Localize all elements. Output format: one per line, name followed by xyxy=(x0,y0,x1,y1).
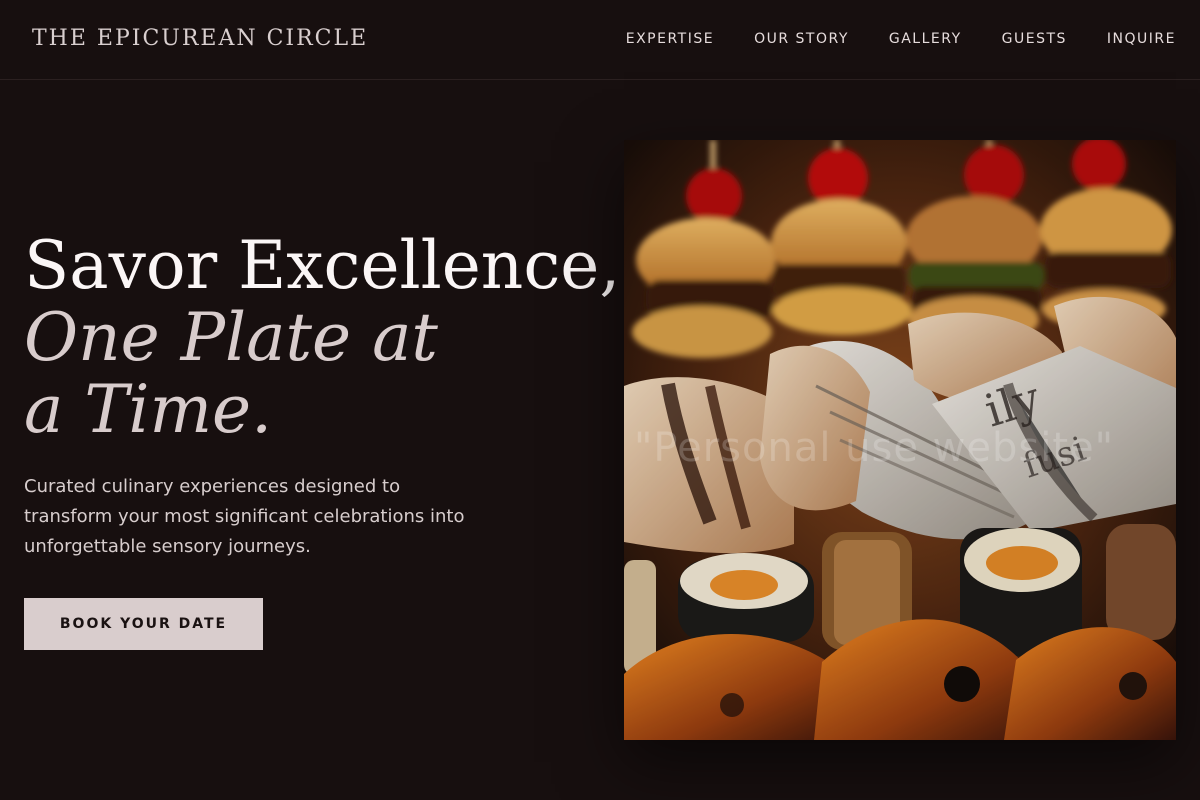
hero-food-image: ily fusi "Personal use website" xyxy=(624,140,1176,740)
hero-description: Curated culinary experiences designed to… xyxy=(24,476,465,557)
book-your-date-button[interactable]: BOOK YOUR DATE xyxy=(24,598,263,650)
site-header: THE EPICUREAN CIRCLE EXPERTISE OUR STORY… xyxy=(0,0,1200,80)
nav-inquire[interactable]: INQUIRE xyxy=(1107,31,1176,47)
main-navigation: EXPERTISE OUR STORY GALLERY GUESTS INQUI… xyxy=(626,31,1176,47)
nav-guests[interactable]: GUESTS xyxy=(1002,31,1067,47)
brand-logo[interactable]: THE EPICUREAN CIRCLE xyxy=(32,26,368,51)
nav-gallery[interactable]: GALLERY xyxy=(889,31,962,47)
headline-line-1: Savor Excellence, xyxy=(24,227,621,304)
hero-headline: Savor Excellence, One Plate at a Time. xyxy=(24,227,621,448)
nav-expertise[interactable]: EXPERTISE xyxy=(626,31,714,47)
nav-our-story[interactable]: OUR STORY xyxy=(754,31,849,47)
hero-copy: Savor Excellence, One Plate at a Time. C… xyxy=(24,227,621,562)
image-watermark: "Personal use website" xyxy=(634,425,1115,471)
headline-italic: One Plate at a Time. xyxy=(24,299,438,448)
